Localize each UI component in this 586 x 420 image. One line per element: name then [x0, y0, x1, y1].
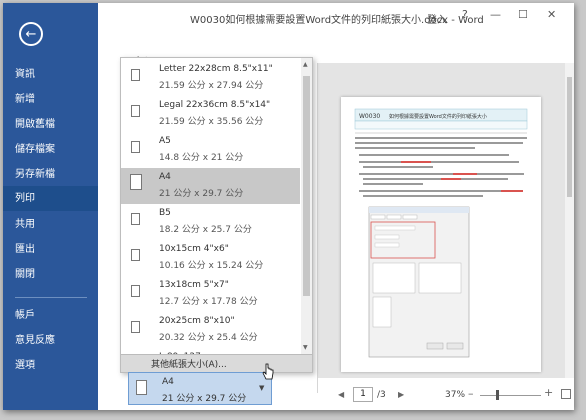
paper-page-icon: [130, 174, 142, 190]
dropdown-scrollbar-thumb[interactable]: [303, 76, 310, 296]
dropdown-scrollbar[interactable]: ▲ ▼: [301, 58, 312, 354]
preview-scrollbar-thumb[interactable]: [567, 77, 572, 197]
page-total-label: /3: [377, 390, 386, 400]
paper-size-dims: 21.59 公分 x 35.56 公分: [159, 117, 264, 127]
sidebar-item-save[interactable]: 儲存檔案: [3, 137, 98, 162]
paper-size-name: 20x25cm 8"x10": [159, 316, 235, 326]
sidebar-item-print[interactable]: 列印: [3, 186, 98, 211]
paper-page-icon: [131, 213, 140, 225]
paper-size-dims: 18.2 公分 x 25.7 公分: [159, 225, 252, 235]
paper-page-icon: [131, 141, 140, 153]
paper-page-icon: [131, 285, 140, 297]
paper-size-dims: 21.59 公分 x 27.94 公分: [159, 81, 264, 91]
zoom-slider-track[interactable]: [480, 395, 541, 396]
paper-size-name: Legal 22x36cm 8.5"x14": [159, 100, 271, 110]
paper-size-selector[interactable]: A4 21 公分 x 29.7 公分 ▼: [128, 372, 272, 405]
doc-code-text: W0030: [359, 113, 380, 120]
paper-page-icon: [131, 69, 140, 81]
zoom-slider-thumb[interactable]: [496, 390, 499, 400]
paper-size-option[interactable]: A4 21 公分 x 29.7 公分: [121, 168, 300, 204]
page-number-input[interactable]: 1: [353, 387, 373, 402]
paper-size-option[interactable]: 20x25cm 8"x10" 20.32 公分 x 25.4 公分: [121, 312, 300, 348]
paper-page-icon: [131, 321, 140, 333]
sidebar-item-options[interactable]: 選項: [3, 353, 98, 378]
sidebar-divider: [15, 297, 87, 298]
sidebar-item-account[interactable]: 帳戶: [3, 303, 98, 328]
back-arrow-icon[interactable]: ←: [19, 22, 43, 46]
login-link[interactable]: 登入: [427, 11, 447, 26]
zoom-out-icon[interactable]: –: [468, 387, 474, 400]
sidebar-item-new[interactable]: 新增: [3, 87, 98, 112]
zoom-level[interactable]: 37%: [445, 390, 465, 400]
sidebar-item-close[interactable]: 關閉: [3, 262, 98, 287]
preview-navigation-bar: ◀ 1 /3 ▶ 37% – +: [318, 381, 574, 410]
title-bar: W0030如何根據需要設置Word文件的列印紙張大小.docx - Word 登…: [98, 3, 574, 29]
selected-paper-name: A4: [162, 377, 174, 387]
more-paper-sizes-option[interactable]: 其他紙張大小(A)...: [121, 354, 312, 372]
paper-size-name: Letter 22x28cm 8.5"x11": [159, 64, 273, 74]
sidebar-item-share[interactable]: 共用: [3, 212, 98, 237]
paper-size-name: A4: [159, 172, 171, 182]
sidebar-item-export[interactable]: 匯出: [3, 237, 98, 262]
mouse-cursor-icon: [262, 363, 274, 380]
sidebar-item-open[interactable]: 開啟舊檔: [3, 112, 98, 137]
scroll-up-icon[interactable]: ▲: [303, 61, 308, 68]
paper-page-icon: [131, 249, 140, 261]
paper-size-option[interactable]: B5 18.2 公分 x 25.7 公分: [121, 204, 300, 240]
more-paper-sizes-label: 其他紙張大小(A)...: [151, 360, 227, 370]
scroll-down-icon[interactable]: ▼: [303, 344, 308, 351]
paper-page-icon: [131, 105, 140, 117]
paper-size-name: 13x18cm 5"x7": [159, 280, 229, 290]
next-page-icon[interactable]: ▶: [398, 390, 404, 399]
paper-size-icon: [136, 380, 147, 395]
doc-title-text: 如何根據需要設置Word文件的列印紙張大小: [389, 113, 487, 120]
paper-size-name: B5: [159, 208, 171, 218]
word-backstage-window: ← 資訊 新增 開啟舊檔 儲存檔案 另存新檔 列印 共用 匯出 關閉 帳戶 意見…: [3, 3, 574, 410]
paper-size-option[interactable]: Legal 22x36cm 8.5"x14" 21.59 公分 x 35.56 公…: [121, 96, 300, 132]
zoom-to-page-icon[interactable]: [561, 389, 571, 399]
paper-size-option[interactable]: 13x18cm 5"x7" 12.7 公分 x 17.78 公分: [121, 276, 300, 312]
backstage-sidebar: ← 資訊 新增 開啟舊檔 儲存檔案 另存新檔 列印 共用 匯出 關閉 帳戶 意見…: [3, 3, 98, 410]
paper-size-name: A5: [159, 136, 171, 146]
help-button[interactable]: ?: [462, 8, 468, 21]
paper-size-name: 10x15cm 4"x6": [159, 244, 229, 254]
preview-page: W0030 如何根據需要設置Word文件的列印紙張大小: [341, 97, 541, 372]
close-button[interactable]: ✕: [547, 8, 556, 21]
paper-size-dims: 12.7 公分 x 17.78 公分: [159, 297, 258, 307]
paper-size-dims: 20.32 公分 x 25.4 公分: [159, 333, 258, 343]
sidebar-item-info[interactable]: 資訊: [3, 62, 98, 87]
paper-size-dropdown: Letter 22x28cm 8.5"x11" 21.59 公分 x 27.94 …: [120, 57, 313, 373]
paper-size-dims: 10.16 公分 x 15.24 公分: [159, 261, 264, 271]
sidebar-item-feedback[interactable]: 意見反應: [3, 328, 98, 353]
previous-page-icon[interactable]: ◀: [338, 390, 344, 399]
paper-size-option[interactable]: A5 14.8 公分 x 21 公分: [121, 132, 300, 168]
dropdown-arrow-icon: ▼: [259, 384, 265, 392]
paper-size-dims: 14.8 公分 x 21 公分: [159, 153, 244, 163]
zoom-in-icon[interactable]: +: [544, 386, 553, 399]
sidebar-item-save-as[interactable]: 另存新檔: [3, 162, 98, 187]
paper-size-option[interactable]: Letter 22x28cm 8.5"x11" 21.59 公分 x 27.94 …: [121, 60, 300, 96]
paper-size-dims: 21 公分 x 29.7 公分: [159, 189, 244, 199]
preview-page-content: W0030 如何根據需要設置Word文件的列印紙張大小: [354, 108, 528, 358]
minimize-button[interactable]: —: [490, 8, 501, 21]
selected-paper-dims: 21 公分 x 29.7 公分: [162, 394, 247, 404]
preview-scrollbar[interactable]: [565, 63, 574, 378]
maximize-button[interactable]: ☐: [518, 8, 528, 21]
paper-size-option[interactable]: 10x15cm 4"x6" 10.16 公分 x 15.24 公分: [121, 240, 300, 276]
